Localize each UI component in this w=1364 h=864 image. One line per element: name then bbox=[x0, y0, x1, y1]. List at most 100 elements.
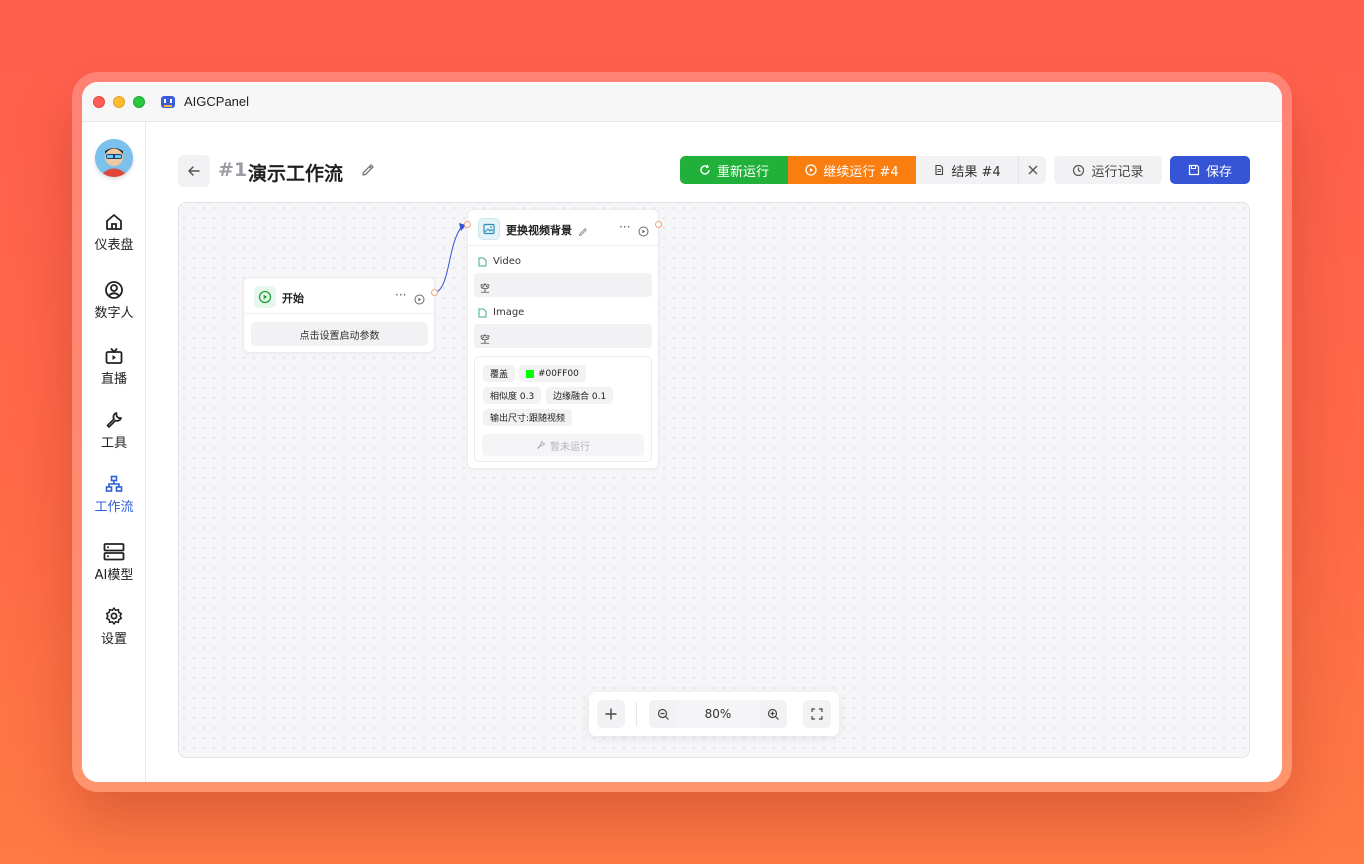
sidebar-item-tools[interactable]: 工具 bbox=[82, 410, 146, 466]
wrench-icon bbox=[106, 412, 122, 428]
home-icon bbox=[106, 214, 122, 230]
back-button[interactable] bbox=[178, 155, 210, 187]
color-tag: #00FF00 bbox=[519, 365, 586, 382]
sidebar-item-digital-human[interactable]: 数字人 bbox=[82, 280, 146, 336]
field-label-video: Video bbox=[478, 256, 521, 267]
node-title: 更换视频背景 bbox=[506, 224, 572, 237]
color-swatch bbox=[526, 369, 534, 378]
arrow-left-icon bbox=[188, 166, 200, 176]
node-replace-background[interactable]: 更换视频背景 ··· Video 空 Image 空 覆盖 #00FF00 相似… bbox=[464, 209, 662, 469]
app-title: AIGCPanel bbox=[184, 94, 250, 109]
video-field[interactable]: 空 bbox=[474, 273, 652, 297]
node-title: 开始 bbox=[282, 292, 304, 305]
sidebar-item-label: 工作流 bbox=[94, 500, 134, 515]
app-logo-icon bbox=[160, 94, 176, 110]
rerun-button[interactable]: 重新运行 bbox=[680, 156, 788, 184]
server-icon bbox=[103, 543, 125, 561]
sidebar-item-label: 数字人 bbox=[94, 306, 134, 321]
field-label-text: Video bbox=[493, 256, 522, 267]
maximize-window-button[interactable] bbox=[133, 96, 145, 108]
continue-run-label: 继续运行 #4 bbox=[823, 164, 899, 180]
run-node-button[interactable] bbox=[414, 290, 425, 309]
output-port[interactable] bbox=[431, 289, 438, 296]
sidebar-item-label: 直播 bbox=[100, 372, 127, 387]
result-button[interactable]: 结果 #4 bbox=[916, 156, 1018, 184]
play-circle-icon bbox=[805, 164, 817, 176]
file-icon bbox=[478, 257, 487, 266]
zoom-out-icon bbox=[657, 708, 669, 720]
workflow-icon bbox=[105, 475, 123, 492]
image-field[interactable]: 空 bbox=[474, 324, 652, 348]
workflow-canvas[interactable]: 开始 ··· 点击设置启动参数 更换视频背景 ··· Video 空 Image… bbox=[178, 202, 1250, 758]
sidebar-item-label: 设置 bbox=[100, 632, 127, 647]
node-start[interactable]: 开始 ··· 点击设置启动参数 bbox=[243, 277, 438, 353]
avatar[interactable] bbox=[95, 139, 133, 177]
node-params: 覆盖 #00FF00 相似度 0.3 边缘融合 0.1 输出尺寸:跟随视频 暂未… bbox=[474, 356, 652, 462]
play-circle-icon bbox=[414, 294, 425, 305]
minimize-window-button[interactable] bbox=[113, 96, 125, 108]
more-icon[interactable]: ··· bbox=[395, 288, 406, 302]
sidebar: 仪表盘 数字人 直播 工具 工作流 AI模型 设置 bbox=[82, 122, 146, 782]
zoom-toolbar: 80% bbox=[589, 692, 839, 736]
node-header: 开始 ··· bbox=[244, 278, 434, 314]
field-label-image: Image bbox=[478, 307, 524, 318]
gear-icon bbox=[105, 607, 123, 625]
node-header: 更换视频背景 ··· bbox=[468, 210, 658, 246]
zoom-in-button[interactable] bbox=[759, 700, 787, 728]
history-icon bbox=[1073, 164, 1085, 176]
zoom-out-button[interactable] bbox=[649, 700, 677, 728]
pencil-icon bbox=[578, 228, 587, 237]
zoom-in-icon bbox=[767, 708, 779, 720]
title-bar: AIGCPanel bbox=[82, 82, 1282, 122]
image-icon bbox=[478, 218, 500, 240]
workflow-number: #1 bbox=[218, 159, 248, 181]
plus-icon bbox=[605, 708, 617, 720]
edit-title-button[interactable] bbox=[360, 162, 376, 182]
close-icon bbox=[1028, 165, 1037, 175]
sidebar-item-ai-model[interactable]: AI模型 bbox=[82, 542, 146, 598]
more-icon[interactable]: ··· bbox=[619, 220, 630, 234]
save-icon bbox=[1188, 164, 1200, 176]
sidebar-item-settings[interactable]: 设置 bbox=[82, 606, 146, 662]
app-window: AIGCPanel 仪表盘 数字人 直播 工具 工作流 AI模型 设置 #1 演… bbox=[82, 82, 1282, 782]
save-label: 保存 bbox=[1205, 164, 1232, 180]
sidebar-item-label: AI模型 bbox=[94, 568, 134, 583]
tv-icon bbox=[105, 347, 123, 364]
edit-node-title-button[interactable] bbox=[578, 222, 588, 241]
save-button[interactable]: 保存 bbox=[1170, 156, 1250, 184]
zoom-controls: 80% bbox=[649, 700, 787, 728]
sidebar-item-workflow[interactable]: 工作流 bbox=[82, 474, 146, 530]
divider bbox=[636, 702, 637, 726]
run-history-label: 运行记录 bbox=[1091, 164, 1144, 180]
wrench-icon bbox=[536, 440, 546, 450]
user-circle-icon bbox=[105, 281, 123, 299]
zoom-level: 80% bbox=[704, 707, 732, 721]
output-size-tag: 输出尺寸:跟随视频 bbox=[483, 409, 573, 426]
file-icon bbox=[478, 308, 487, 317]
run-status: 暂未运行 bbox=[482, 434, 644, 456]
field-label-text: Image bbox=[493, 307, 525, 318]
play-circle-icon bbox=[254, 286, 276, 308]
sidebar-item-label: 仪表盘 bbox=[94, 238, 134, 253]
fullscreen-icon bbox=[811, 708, 823, 720]
play-circle-icon bbox=[638, 226, 649, 237]
sidebar-item-dashboard[interactable]: 仪表盘 bbox=[82, 212, 146, 268]
add-node-button[interactable] bbox=[597, 700, 625, 728]
sidebar-item-label: 工具 bbox=[100, 436, 127, 451]
color-tag-value: #00FF00 bbox=[538, 368, 579, 379]
run-status-text: 暂未运行 bbox=[550, 441, 590, 453]
fit-view-button[interactable] bbox=[803, 700, 831, 728]
document-icon bbox=[935, 164, 944, 176]
sidebar-item-live[interactable]: 直播 bbox=[82, 346, 146, 402]
run-history-button[interactable]: 运行记录 bbox=[1054, 156, 1162, 184]
connection-edge[interactable] bbox=[434, 224, 464, 294]
close-window-button[interactable] bbox=[93, 96, 105, 108]
run-node-button[interactable] bbox=[638, 222, 649, 241]
result-label: 结果 #4 bbox=[951, 164, 1001, 180]
refresh-icon bbox=[700, 164, 710, 175]
continue-run-button[interactable]: 继续运行 #4 bbox=[788, 156, 916, 184]
start-params-button[interactable]: 点击设置启动参数 bbox=[251, 322, 428, 346]
close-result-button[interactable] bbox=[1018, 156, 1046, 184]
page-title: 演示工作流 bbox=[248, 163, 344, 185]
rerun-label: 重新运行 bbox=[716, 164, 769, 180]
